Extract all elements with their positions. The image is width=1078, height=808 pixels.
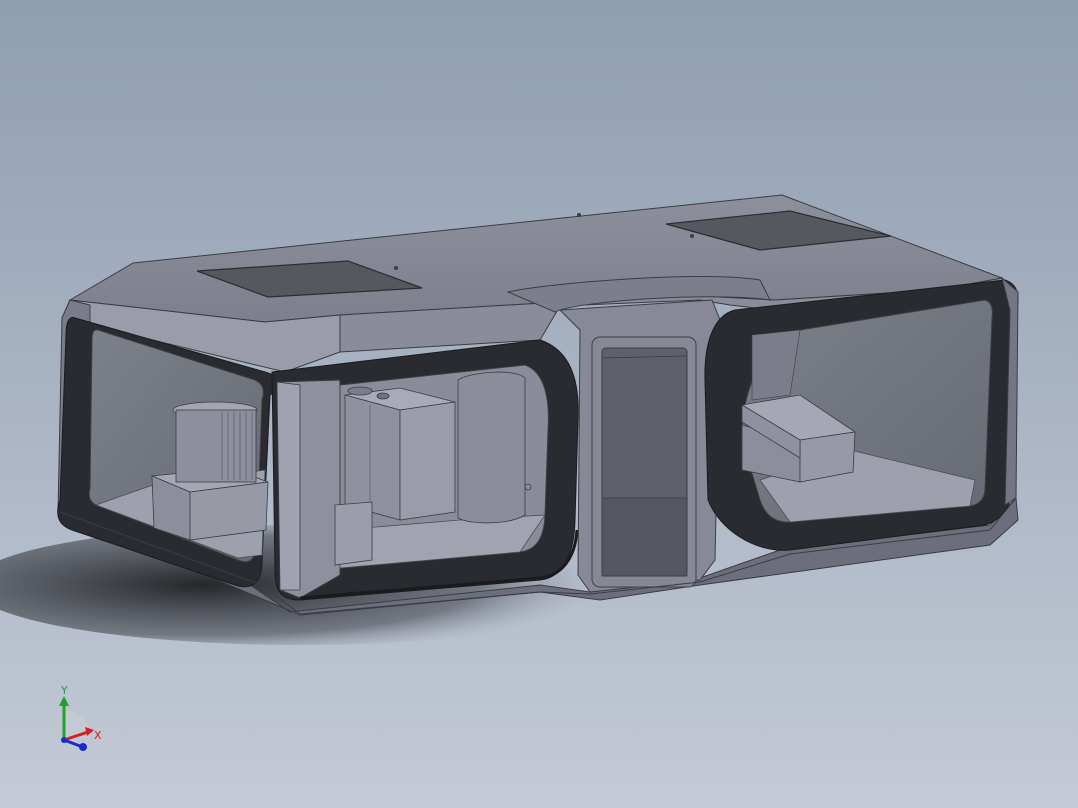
roof-vent <box>394 266 398 270</box>
reference-triad: Y X <box>59 684 102 751</box>
triad-y-arrow <box>59 696 69 706</box>
corner-column-face <box>276 381 301 591</box>
left-tank-body <box>175 409 257 483</box>
shower-cylinder <box>457 371 526 524</box>
low-cabinet <box>334 501 373 566</box>
sink-basin <box>347 386 373 396</box>
triad-origin <box>61 737 67 743</box>
graphics-viewport[interactable]: Y X <box>0 0 1078 808</box>
left-cabinet-side <box>189 481 269 541</box>
triad-x-label: X <box>94 729 102 742</box>
counter-side <box>399 401 456 521</box>
model-view[interactable] <box>0 0 1078 808</box>
entry-door-lower <box>601 497 688 577</box>
triad-y-label: Y <box>60 684 68 697</box>
roof-vent <box>577 213 581 217</box>
roof-vent <box>690 234 694 238</box>
sink-basin <box>376 392 390 400</box>
counter-front <box>344 394 401 521</box>
triad-z-end <box>79 743 87 751</box>
